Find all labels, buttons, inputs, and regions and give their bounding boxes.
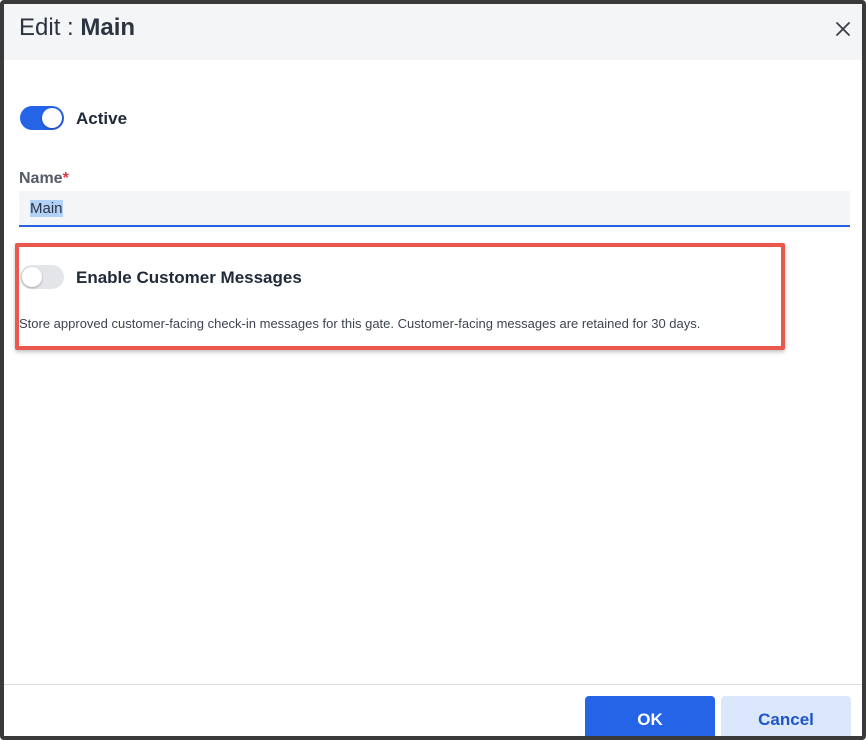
toggle-knob [22,267,42,287]
edit-dialog: Edit : Main Active Name* Enable Customer… [0,0,866,740]
dialog-header: Edit : Main [4,4,862,60]
title-name: Main [80,14,136,41]
active-toggle[interactable] [20,106,64,130]
cancel-button[interactable]: Cancel [721,696,851,736]
toggle-knob [42,108,62,128]
customer-messages-toggle[interactable] [20,265,64,289]
title-separator: : [67,14,74,41]
customer-messages-label: Enable Customer Messages [76,268,302,287]
name-field-label: Name* [19,170,69,188]
footer-divider [4,684,862,685]
title-prefix: Edit [19,14,61,41]
active-label: Active [76,109,128,128]
name-label-text: Name [19,170,63,187]
ok-button[interactable]: OK [585,696,715,736]
customer-messages-description: Store approved customer-facing check-in … [19,316,701,331]
dialog-title: Edit : Main [19,14,135,42]
name-field-container [19,191,850,227]
close-icon[interactable] [830,16,856,42]
customer-messages-highlight [15,243,785,350]
required-marker: * [62,170,69,187]
name-input[interactable] [19,191,850,225]
